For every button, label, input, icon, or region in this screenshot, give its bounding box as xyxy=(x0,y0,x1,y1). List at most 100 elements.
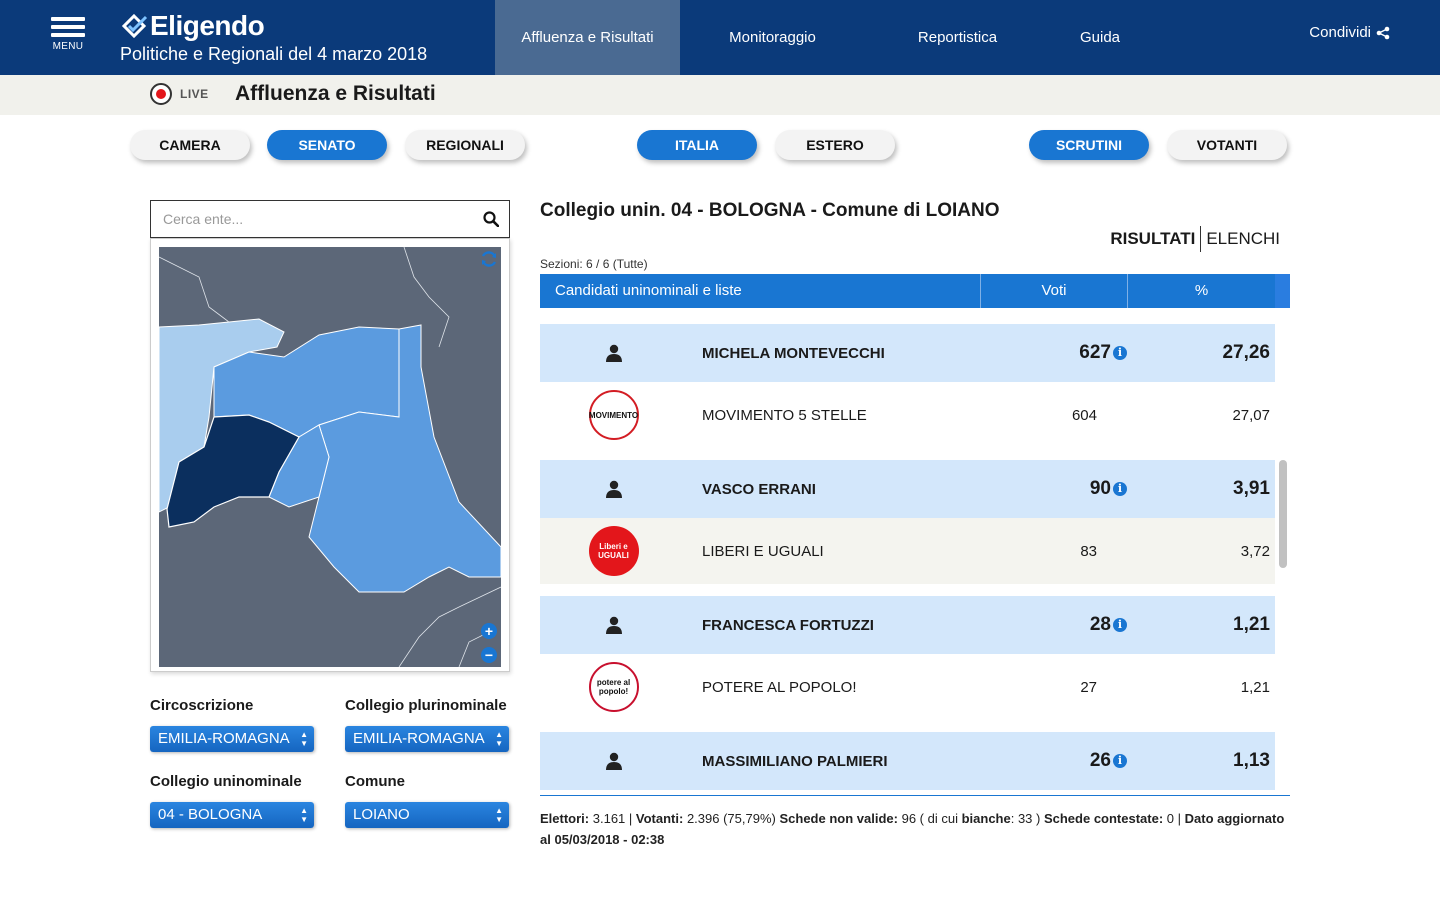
list-votes: 83 xyxy=(1080,542,1097,560)
scrollbar-track[interactable] xyxy=(1275,308,1290,795)
candidate-pct: 1,13 xyxy=(1233,750,1270,771)
list-name: LIBERI E UGUALI xyxy=(702,542,824,560)
cell-icon xyxy=(540,616,687,634)
select-arrows-icon: ▲ ▼ xyxy=(300,806,308,824)
column-header-name: Candidati uninominali e liste xyxy=(540,274,981,308)
table-row[interactable]: MASSIMILIANO PALMIERI 26 i 1,13 xyxy=(540,732,1275,790)
list-name: POTERE AL POPOLO! xyxy=(702,678,857,696)
list-votes: 604 xyxy=(1071,406,1097,424)
info-icon[interactable]: i xyxy=(1113,618,1127,632)
brand-name: Eligendo xyxy=(150,10,265,41)
circoscrizione-label: Circoscrizione xyxy=(150,697,254,714)
table-row[interactable]: FRANCESCA FORTUZZI 28 i 1,21 xyxy=(540,596,1275,654)
candidate-pct: 3,91 xyxy=(1233,478,1270,499)
info-icon[interactable]: i xyxy=(1113,346,1127,360)
pill-camera[interactable]: CAMERA xyxy=(130,130,250,160)
info-icon[interactable]: i xyxy=(1113,482,1127,496)
candidate-name: MASSIMILIANO PALMIERI xyxy=(702,752,888,770)
contestate-label: Schede contestate: xyxy=(1043,811,1164,826)
brand[interactable]: Eligendo Politiche e Regionali del 4 mar… xyxy=(120,10,427,65)
hamburger-icon-bar xyxy=(51,33,85,37)
table-row[interactable]: MOVIMENTO MOVIMENTO 5 STELLE 604 27,07 xyxy=(540,382,1275,448)
candidate-votes: 627 i xyxy=(987,342,1127,364)
table-row[interactable]: potere al popolo! POTERE AL POPOLO! 27 1… xyxy=(540,654,1275,720)
cell-icon xyxy=(540,480,687,498)
candidate-votes: 90 i xyxy=(987,478,1127,500)
menu-label: MENU xyxy=(52,41,84,52)
share-button[interactable]: Condividi xyxy=(1309,24,1390,41)
comune-value: LOIANO xyxy=(353,806,410,823)
pill-italia[interactable]: ITALIA xyxy=(637,130,757,160)
search-box xyxy=(150,200,510,238)
pill-votanti[interactable]: VOTANTI xyxy=(1167,130,1287,160)
uninominale-label: Collegio uninominale xyxy=(150,773,302,790)
brand-logo: Eligendo xyxy=(120,10,427,42)
non-valide-value: 96 ( di cui xyxy=(901,811,958,826)
candidate-pct: 27,26 xyxy=(1222,342,1270,363)
elettori-label: Elettori: xyxy=(540,811,590,826)
collegio-title: Collegio unin. 04 - BOLOGNA - Comune di … xyxy=(540,200,1000,221)
person-icon xyxy=(605,480,622,498)
plurinominale-select[interactable]: EMILIA-ROMAGNA ▲ ▼ xyxy=(345,726,509,752)
cell-icon xyxy=(540,752,687,770)
live-label: LIVE xyxy=(180,87,209,101)
nav-guida[interactable]: Guida xyxy=(1050,0,1150,75)
candidate-name: MICHELA MONTEVECCHI xyxy=(702,344,885,362)
votes-value: 26 xyxy=(1089,750,1111,771)
pap-logo-icon: potere al popolo! xyxy=(588,662,639,712)
results-table-body[interactable]: MICHELA MONTEVECCHI 627 i 27,26 MOVIMENTO… xyxy=(540,308,1290,796)
candidate-pct: 1,21 xyxy=(1233,614,1270,635)
candidate-name: VASCO ERRANI xyxy=(702,480,816,498)
plurinominale-value: EMILIA-ROMAGNA xyxy=(353,730,485,747)
tab-elenchi[interactable]: ELENCHI xyxy=(1201,226,1285,252)
candidate-votes: 28 i xyxy=(987,614,1127,636)
table-row[interactable]: Liberi e UGUALI LIBERI E UGUALI 83 3,72 xyxy=(540,518,1275,584)
pill-senato[interactable]: SENATO xyxy=(267,130,387,160)
list-pct: 27,07 xyxy=(1232,406,1270,424)
pill-scrutini[interactable]: SCRUTINI xyxy=(1029,130,1149,160)
main-nav: Affluenza e Risultati Monitoraggio Repor… xyxy=(495,0,1150,75)
nav-reportistica[interactable]: Reportistica xyxy=(865,0,1050,75)
elettori-value: 3.161 xyxy=(592,811,626,826)
share-icon xyxy=(1376,26,1390,39)
search-icon[interactable] xyxy=(483,211,499,227)
candidate-votes: 26 i xyxy=(987,750,1127,772)
menu-button[interactable]: MENU xyxy=(50,14,86,60)
select-arrows-icon: ▲ ▼ xyxy=(300,730,308,748)
share-label: Condividi xyxy=(1309,24,1371,41)
cell-icon xyxy=(540,344,687,362)
zoom-in-icon[interactable]: + xyxy=(481,623,497,639)
list-name: MOVIMENTO 5 STELLE xyxy=(702,406,867,424)
search-input[interactable] xyxy=(151,201,461,237)
votes-value: 28 xyxy=(1089,614,1111,635)
top-header: MENU Eligendo Politiche e Regionali del … xyxy=(0,0,1440,75)
scrollbar-thumb[interactable] xyxy=(1279,460,1287,568)
brand-subtitle: Politiche e Regionali del 4 marzo 2018 xyxy=(120,44,428,64)
pill-estero[interactable]: ESTERO xyxy=(775,130,895,160)
nav-affluenza-risultati[interactable]: Affluenza e Risultati xyxy=(495,0,680,75)
hamburger-icon-bar xyxy=(51,25,85,29)
contestate-value: 0 xyxy=(1166,811,1175,826)
table-row[interactable]: VASCO ERRANI 90 i 3,91 xyxy=(540,460,1275,518)
votes-value: 627 xyxy=(1079,342,1111,363)
comune-select[interactable]: LOIANO ▲ ▼ xyxy=(345,802,509,828)
info-icon[interactable]: i xyxy=(1113,754,1127,768)
select-arrows-icon: ▲ ▼ xyxy=(495,806,503,824)
zoom-out-icon[interactable]: − xyxy=(481,647,497,663)
cell-icon: MOVIMENTO xyxy=(540,390,687,440)
list-pct: 3,72 xyxy=(1240,542,1270,560)
bianche-value: : 33 ) xyxy=(1010,811,1041,826)
table-row[interactable]: MICHELA MONTEVECCHI 627 i 27,26 xyxy=(540,324,1275,382)
uninominale-select[interactable]: 04 - BOLOGNA ▲ ▼ xyxy=(150,802,314,828)
region-map[interactable] xyxy=(159,247,501,667)
sezioni-count: Sezioni: 6 / 6 (Tutte) xyxy=(540,257,648,271)
pill-regionali[interactable]: REGIONALI xyxy=(405,130,525,160)
refresh-icon[interactable] xyxy=(479,249,499,269)
circoscrizione-select[interactable]: EMILIA-ROMAGNA ▲ ▼ xyxy=(150,726,314,752)
nav-monitoraggio[interactable]: Monitoraggio xyxy=(680,0,865,75)
logo-text: MOVIMENTO xyxy=(588,410,639,420)
select-arrows-icon: ▲ ▼ xyxy=(495,730,503,748)
tab-risultati[interactable]: RISULTATI xyxy=(1105,226,1200,252)
leu-logo-icon: Liberi e UGUALI xyxy=(588,526,639,576)
live-indicator-icon xyxy=(150,83,172,105)
